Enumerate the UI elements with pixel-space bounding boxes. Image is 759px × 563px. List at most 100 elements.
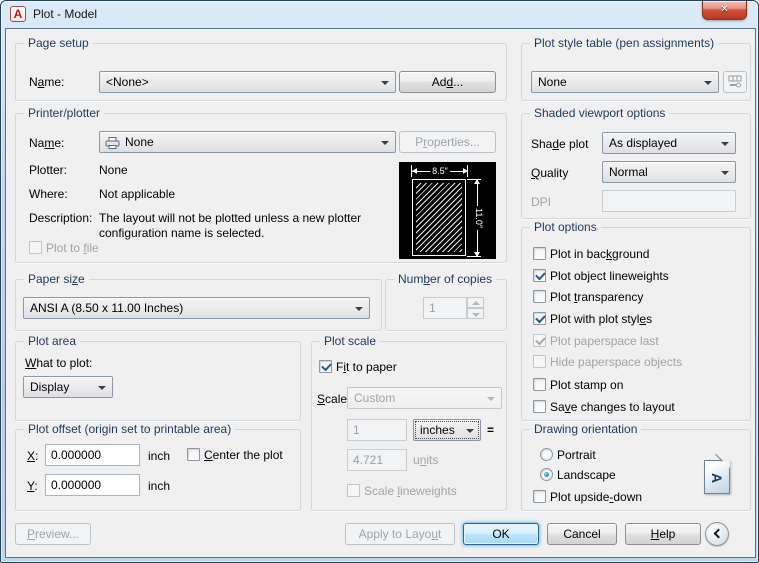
close-button[interactable]: ✕ xyxy=(702,1,747,20)
fit-to-paper-label: Fit to paper xyxy=(336,360,397,374)
plot-dialog-window: A Plot - Model ✕ Page setup Name: <None>… xyxy=(0,0,759,563)
printer-name-select[interactable]: None xyxy=(99,131,396,153)
chevron-down-icon xyxy=(721,171,729,175)
chevron-down-icon xyxy=(381,141,389,145)
dialog-body: Page setup Name: <None> Add... Plot styl… xyxy=(5,28,756,558)
units-label: units xyxy=(413,453,438,467)
dpi-input xyxy=(602,190,736,212)
paper-size-title: Paper size xyxy=(24,272,89,286)
plot-option-label: Plot with plot styles xyxy=(550,312,652,326)
scale-select: Custom xyxy=(347,387,502,409)
height-dimension: 11.0″ xyxy=(473,179,482,257)
chevron-down-icon xyxy=(466,429,474,433)
plot-transparency-checkbox[interactable] xyxy=(533,290,546,303)
plot-upside-down-label: Plot upside-down xyxy=(550,490,642,504)
printable-area-hatch xyxy=(416,183,462,252)
page-setup-name-select[interactable]: <None> xyxy=(99,71,396,93)
chevron-down-icon xyxy=(98,386,106,390)
scale-lineweights-label: Scale lineweights xyxy=(364,484,457,498)
ok-button[interactable]: OK xyxy=(463,523,539,545)
plot-option-label: Plot transparency xyxy=(550,290,643,304)
landscape-orientation-icon: A xyxy=(704,460,730,494)
window-title: Plot - Model xyxy=(33,7,97,21)
center-plot-label: Center the plot xyxy=(204,448,283,462)
scale-ratio-input: 1 xyxy=(347,419,407,441)
printer-plotter-title: Printer/plotter xyxy=(24,106,104,120)
printer-name-label: Name: xyxy=(29,136,64,150)
cancel-button[interactable]: Cancel xyxy=(547,523,617,545)
description-value: The layout will not be plotted unless a … xyxy=(99,211,399,241)
plot-offset-title: Plot offset (origin set to printable are… xyxy=(24,422,235,436)
center-plot-checkbox[interactable] xyxy=(187,448,200,461)
what-to-plot-select[interactable]: Display xyxy=(23,376,113,398)
dpi-label: DPI xyxy=(531,195,551,209)
portrait-label: Portrait xyxy=(557,448,596,462)
scale-units-input: 4.721 xyxy=(347,449,407,471)
height-dimension-label: 11.0″ xyxy=(474,206,484,230)
printer-icon xyxy=(105,137,120,149)
copies-input: 1 xyxy=(423,297,467,319)
plot-paperspace-last-checkbox xyxy=(533,334,546,347)
quality-select[interactable]: Normal xyxy=(602,161,736,183)
plot-option-label: Plot paperspace last xyxy=(550,334,659,348)
plot-with-plot-styles-checkbox[interactable] xyxy=(533,312,546,325)
title-bar[interactable]: A Plot - Model ✕ xyxy=(1,1,758,28)
width-dimension-label: 8.5″ xyxy=(430,166,450,176)
shade-plot-label: Shade plot xyxy=(531,137,588,151)
plot-stamp-on-checkbox[interactable] xyxy=(533,378,546,391)
drawing-orientation-title: Drawing orientation xyxy=(530,422,641,436)
y-offset-label: Y: xyxy=(27,479,38,493)
plot-upside-down-checkbox[interactable] xyxy=(533,490,546,503)
landscape-label: Landscape xyxy=(557,468,616,482)
preview-button: Preview... xyxy=(15,523,91,545)
quality-label: Quality xyxy=(531,166,568,180)
plot-option-label: Save changes to layout xyxy=(550,400,675,414)
scale-label: Scale: xyxy=(317,392,350,406)
y-offset-input[interactable]: 0.000000 xyxy=(45,474,140,496)
plot-style-table-title: Plot style table (pen assignments) xyxy=(530,36,718,50)
chevron-left-icon xyxy=(714,529,724,539)
plot-style-table-select[interactable]: None xyxy=(531,71,719,93)
portrait-radio[interactable] xyxy=(540,448,553,461)
spinner-down-icon xyxy=(472,313,480,317)
page-setup-title: Page setup xyxy=(24,36,93,50)
chevron-down-icon xyxy=(381,81,389,85)
where-label: Where: xyxy=(29,187,68,201)
add-page-setup-button[interactable]: Add... xyxy=(399,71,496,93)
plot-option-label: Hide paperspace objects xyxy=(550,355,682,369)
plot-to-file-checkbox xyxy=(29,241,42,254)
where-value: Not applicable xyxy=(99,187,175,201)
description-label: Description: xyxy=(29,211,92,225)
chevron-down-icon xyxy=(704,81,712,85)
chevron-down-icon xyxy=(487,397,495,401)
plot-scale-title: Plot scale xyxy=(320,334,380,348)
plot-area-title: Plot area xyxy=(24,334,80,348)
fit-to-paper-checkbox[interactable] xyxy=(319,360,332,373)
paper-size-select[interactable]: ANSI A (8.50 x 11.00 Inches) xyxy=(23,297,370,319)
help-button[interactable]: Help xyxy=(625,523,701,545)
chevron-down-icon xyxy=(721,142,729,146)
plot-options-title: Plot options xyxy=(530,220,601,234)
x-offset-input[interactable]: 0.000000 xyxy=(45,444,140,466)
less-options-button[interactable] xyxy=(705,522,729,546)
plot-in-background-checkbox[interactable] xyxy=(533,247,546,260)
plot-option-label: Plot object lineweights xyxy=(550,269,669,283)
save-changes-to-layout-checkbox[interactable] xyxy=(533,400,546,413)
scale-unit-select[interactable]: inches xyxy=(413,419,481,441)
autocad-logo-icon: A xyxy=(10,6,26,22)
plot-option-label: Plot stamp on xyxy=(550,378,623,392)
shade-plot-select[interactable]: As displayed xyxy=(602,132,736,154)
paper-preview: 8.5″ 11.0″ xyxy=(399,162,496,259)
chevron-down-icon xyxy=(355,307,363,311)
landscape-radio[interactable] xyxy=(540,468,553,481)
plotter-value: None xyxy=(99,163,128,177)
apply-to-layout-button: Apply to Layout xyxy=(345,523,455,545)
plotter-label: Plotter: xyxy=(29,163,67,177)
copies-stepper xyxy=(467,297,484,319)
page-setup-name-label: Name: xyxy=(29,75,64,89)
scale-lineweights-checkbox xyxy=(347,484,360,497)
plot-style-editor-icon xyxy=(727,75,743,89)
plot-to-file-label: Plot to file xyxy=(46,241,99,255)
plot-object-lineweights-checkbox[interactable] xyxy=(533,269,546,282)
copies-title: Number of copies xyxy=(394,272,496,286)
